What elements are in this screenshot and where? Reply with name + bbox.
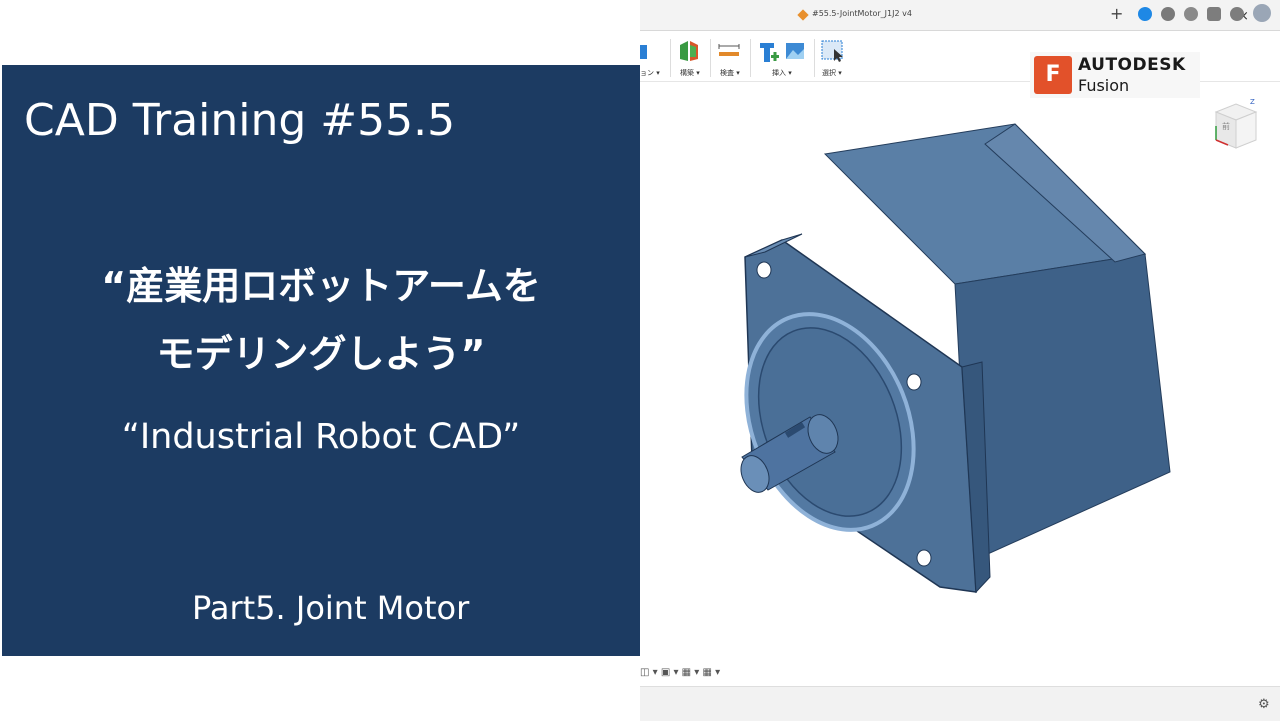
toolbar-divider xyxy=(710,39,711,77)
logo-brand-text: AUTODESK xyxy=(1078,55,1186,75)
insert-group[interactable]: 挿入 ▾ xyxy=(758,37,808,81)
new-tab-button[interactable]: + xyxy=(1110,4,1123,23)
toolbar-divider xyxy=(814,39,815,77)
construct-group[interactable]: ョン ▾ xyxy=(640,37,666,81)
design-file-icon xyxy=(797,9,809,21)
job-status-icon[interactable] xyxy=(1138,7,1152,21)
extensions-icon[interactable] xyxy=(1161,7,1175,21)
assemble-group[interactable]: 構築 ▾ xyxy=(678,37,704,81)
training-title: CAD Training #55.5 xyxy=(24,95,456,146)
insert-icon xyxy=(760,43,804,62)
select-icon xyxy=(821,40,843,62)
inspect-group[interactable]: 検査 ▾ xyxy=(718,37,744,81)
construct-icon xyxy=(640,45,647,59)
display-settings-controls[interactable]: ◫ ▾ ▣ ▾ ▦ ▾ ▦ ▾ xyxy=(640,667,720,678)
measure-icon xyxy=(718,44,740,56)
title-slide-panel: CAD Training #55.5 “産業用ロボットアームを モデリングしよう… xyxy=(2,65,640,656)
part-label: Part5. Joint Motor xyxy=(192,589,470,627)
toolbar-divider xyxy=(670,39,671,77)
construct-label: ョン ▾ xyxy=(640,69,660,77)
japanese-title-line-1: “産業用ロボットアームを xyxy=(101,264,541,308)
assemble-icon xyxy=(680,41,698,61)
toolbar-divider xyxy=(750,39,751,77)
notifications-icon[interactable] xyxy=(1207,7,1221,21)
help-icon[interactable] xyxy=(1230,7,1244,21)
user-avatar[interactable] xyxy=(1253,4,1271,22)
document-tab[interactable]: #55.5-JointMotor_J1J2 v4 × xyxy=(790,2,1249,28)
motor-3d-model[interactable] xyxy=(640,82,1280,686)
bottom-navigation-bar: ◫ ▾ ▣ ▾ ▦ ▾ ▦ ▾ ⚙ xyxy=(640,667,1280,721)
inspect-label: 検査 ▾ xyxy=(720,69,740,77)
japanese-title-line-2: モデリングしよう” xyxy=(156,332,486,376)
select-label: 選択 ▾ xyxy=(822,69,842,77)
english-title: “Industrial Robot CAD” xyxy=(121,417,521,457)
document-tab-bar: #55.5-JointMotor_J1J2 v4 × + xyxy=(640,0,1280,31)
document-tab-title: #55.5-JointMotor_J1J2 v4 xyxy=(812,9,912,18)
settings-gear-icon[interactable]: ⚙ xyxy=(1258,697,1270,712)
fusion-window: #55.5-JointMotor_J1J2 v4 × + ョン ▾ 構築 ▾ xyxy=(640,0,1280,721)
insert-label: 挿入 ▾ xyxy=(772,69,792,77)
select-group[interactable]: 選択 ▾ xyxy=(820,37,850,81)
online-status-icon[interactable] xyxy=(1184,7,1198,21)
assemble-label: 構築 ▾ xyxy=(680,69,700,77)
